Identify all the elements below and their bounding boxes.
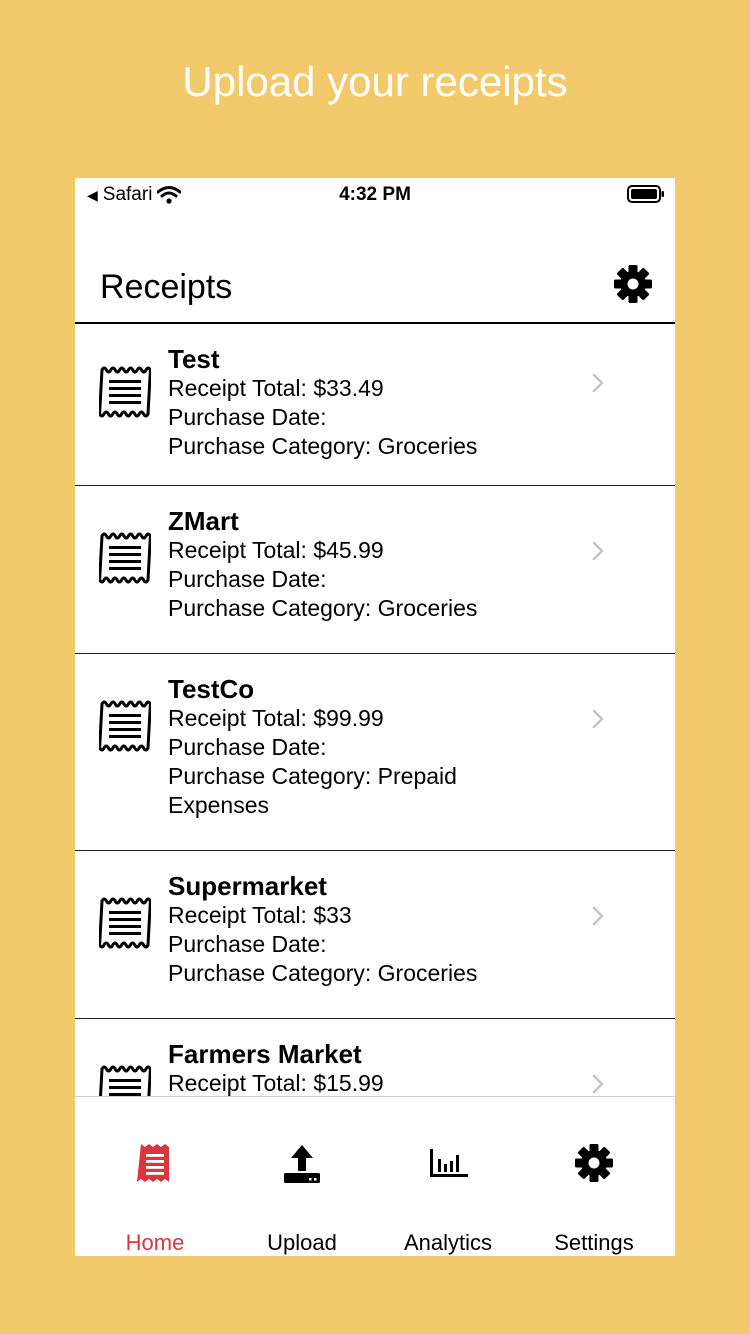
tab-analytics-label: Analytics (403, 1230, 493, 1255)
tab-bar: Home Upload Analytics Settings (75, 1096, 675, 1256)
tab-upload-label: Upload (267, 1230, 337, 1255)
receipt-details: Test Receipt Total: $33.49 Purchase Date… (168, 344, 588, 461)
chevron-right-icon (592, 541, 604, 561)
receipt-row[interactable]: Test Receipt Total: $33.49 Purchase Date… (75, 324, 675, 486)
receipt-list: Test Receipt Total: $33.49 Purchase Date… (75, 324, 675, 1096)
receipt-row[interactable]: TestCo Receipt Total: $99.99 Purchase Da… (75, 654, 675, 851)
receipt-title: Farmers Market (168, 1039, 362, 1069)
tab-settings-label: Settings (554, 1230, 634, 1255)
gear-icon[interactable] (613, 264, 653, 304)
receipt-icon (99, 1065, 151, 1096)
tab-home-label: Home (125, 1230, 185, 1255)
tab-upload[interactable]: Upload (227, 1097, 377, 1256)
receipt-total: Receipt Total: $15.99 (168, 1070, 384, 1096)
receipt-icon (99, 897, 151, 949)
receipt-details: Supermarket Receipt Total: $33 Purchase … (168, 871, 588, 988)
receipt-category-continued: Expenses (168, 792, 270, 818)
receipt-category: Purchase Category: Prepaid (168, 763, 457, 789)
receipt-category: Purchase Category: Groceries (168, 960, 478, 986)
receipt-title: ZMart (168, 506, 239, 536)
page-title: Receipts (100, 268, 233, 306)
chevron-right-icon (592, 709, 604, 729)
receipt-category: Purchase Category: Groceries (168, 433, 478, 459)
receipt-details: ZMart Receipt Total: $45.99 Purchase Dat… (168, 506, 588, 623)
bar-chart-icon (430, 1149, 468, 1177)
upload-icon (284, 1145, 320, 1183)
receipt-date: Purchase Date: (168, 734, 327, 760)
receipt-icon (137, 1144, 169, 1182)
receipt-total: Receipt Total: $33.49 (168, 375, 384, 401)
receipt-icon (99, 366, 151, 418)
receipt-date: Purchase Date: (168, 931, 327, 957)
tab-home[interactable]: Home (80, 1097, 230, 1256)
tab-settings[interactable]: Settings (519, 1097, 669, 1256)
navigation-bar: Receipts (75, 248, 675, 324)
receipt-row[interactable]: Supermarket Receipt Total: $33 Purchase … (75, 851, 675, 1019)
receipt-date: Purchase Date: (168, 404, 327, 430)
status-bar: ◀ Safari 4:32 PM (75, 178, 675, 212)
receipt-row[interactable]: Farmers Market Receipt Total: $15.99 (75, 1019, 675, 1096)
receipt-total: Receipt Total: $33 (168, 902, 352, 928)
receipt-details: Farmers Market Receipt Total: $15.99 (168, 1039, 588, 1096)
phone-screen: ◀ Safari 4:32 PM Receipts Test Receipt T… (75, 178, 675, 1256)
receipt-details: TestCo Receipt Total: $99.99 Purchase Da… (168, 674, 588, 820)
receipt-icon (99, 532, 151, 584)
page-headline: Upload your receipts (182, 58, 568, 105)
receipt-date: Purchase Date: (168, 566, 327, 592)
receipt-title: Supermarket (168, 871, 327, 901)
receipt-row[interactable]: ZMart Receipt Total: $45.99 Purchase Dat… (75, 486, 675, 654)
chevron-right-icon (592, 906, 604, 926)
receipt-total: Receipt Total: $99.99 (168, 705, 384, 731)
receipt-title: Test (168, 344, 220, 374)
battery-icon (627, 185, 664, 203)
tab-analytics[interactable]: Analytics (373, 1097, 523, 1256)
chevron-right-icon (592, 373, 604, 393)
receipt-category: Purchase Category: Groceries (168, 595, 478, 621)
gear-icon (575, 1144, 613, 1182)
receipt-title: TestCo (168, 674, 255, 704)
chevron-right-icon (592, 1074, 604, 1094)
receipt-icon (99, 700, 151, 752)
receipt-total: Receipt Total: $45.99 (168, 537, 384, 563)
status-time: 4:32 PM (339, 184, 411, 205)
